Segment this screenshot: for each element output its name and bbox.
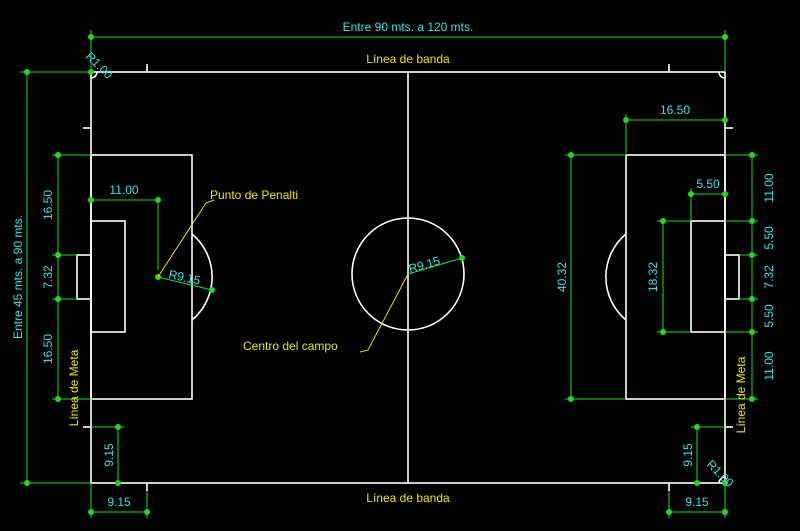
left-penalty-depth-top: 16.50 bbox=[41, 190, 55, 220]
length-range-label: Entre 90 mts. a 120 mts. bbox=[343, 20, 474, 34]
goal-line-left-label: Línea de Meta bbox=[67, 349, 81, 426]
right-11-bottom: 11.00 bbox=[762, 351, 776, 380]
center-field-label: Centro del campo bbox=[243, 339, 338, 353]
center-circle-radius: R9.15 bbox=[407, 254, 442, 276]
corner-radius-bottom-right: R1.00 bbox=[704, 457, 737, 490]
right-goal bbox=[724, 254, 740, 300]
right-goal-area bbox=[690, 220, 726, 333]
goal-area-width: 18.32 bbox=[646, 262, 660, 292]
penalty-area-width: 40.32 bbox=[555, 262, 569, 292]
goal-line-right-label: Línea de Meta bbox=[734, 356, 748, 433]
left-goal-width: 7.32 bbox=[41, 265, 55, 289]
touchline-bottom-label: Línea de banda bbox=[366, 491, 450, 505]
right-11-top: 11.00 bbox=[762, 173, 776, 202]
right-goal-width: 7.32 bbox=[762, 265, 776, 289]
corner-distance-right-vertical: 9.15 bbox=[681, 443, 695, 467]
right-penalty-area bbox=[625, 154, 726, 400]
right-5-50-bottom: 5.50 bbox=[762, 304, 776, 328]
corner-distance-right-horizontal: 9.15 bbox=[685, 495, 709, 509]
left-goal-area bbox=[90, 220, 126, 333]
corner-arc-top-right bbox=[718, 71, 726, 79]
soccer-field-diagram: Entre 90 mts. a 120 mts. Entre 45 mts. a… bbox=[0, 0, 800, 531]
right-goal-area-depth: 5.50 bbox=[696, 177, 720, 191]
right-penalty-depth: 16.50 bbox=[660, 103, 690, 117]
penalty-spot-label: Punto de Penalti bbox=[210, 188, 298, 202]
field-drawing: Entre 90 mts. a 120 mts. Entre 45 mts. a… bbox=[11, 20, 776, 518]
corner-distance-left-vertical: 9.15 bbox=[102, 443, 116, 467]
penalty-arc-radius: R9.15 bbox=[167, 267, 202, 287]
penalty-mark-distance: 11.00 bbox=[109, 183, 138, 197]
left-penalty-depth-bottom: 16.50 bbox=[41, 334, 55, 364]
touchline-top-label: Línea de banda bbox=[366, 52, 450, 66]
corner-radius-top-left: R1.00 bbox=[83, 49, 116, 82]
corner-distance-left-horizontal: 9.15 bbox=[107, 495, 131, 509]
left-goal bbox=[76, 254, 92, 300]
right-5-50-top: 5.50 bbox=[762, 226, 776, 250]
width-range-label: Entre 45 mts. a 90 mts. bbox=[11, 215, 25, 339]
right-penalty-arc bbox=[605, 233, 627, 321]
